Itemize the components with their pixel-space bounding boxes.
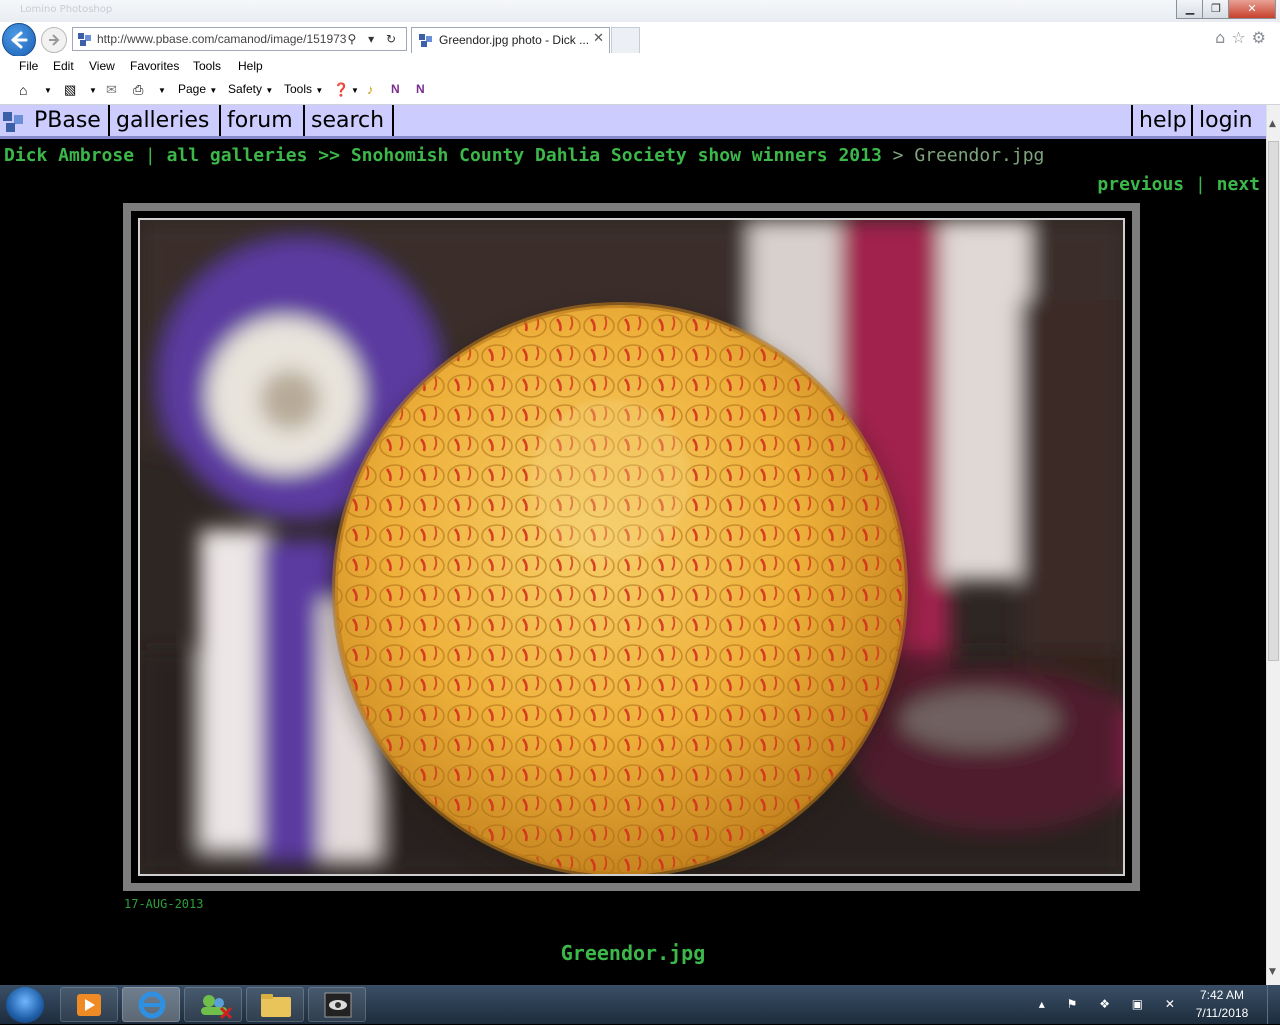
nav-forum[interactable]: forum xyxy=(221,105,305,136)
print-icon[interactable]: ⎙ xyxy=(133,82,143,98)
tab-close-icon[interactable]: ✕ xyxy=(593,31,604,46)
home-icon[interactable]: ⌂ xyxy=(19,82,27,98)
windows-taskbar: ▴ ⚑ ❖ ▣ ✕ 7:42 AM 7/11/2018 xyxy=(0,985,1280,1024)
dahlia-image xyxy=(140,220,1123,874)
photo-date: 17-AUG-2013 xyxy=(124,897,204,911)
back-button[interactable] xyxy=(2,23,36,57)
menu-help[interactable]: Help xyxy=(238,59,263,73)
pager-separator: | xyxy=(1184,174,1217,195)
start-button[interactable] xyxy=(6,987,44,1023)
safety-menu-label: Safety xyxy=(228,82,263,96)
feeds-icon[interactable]: ▧ xyxy=(64,82,76,98)
people-icon xyxy=(201,995,233,1020)
nav-login[interactable]: login xyxy=(1193,105,1266,136)
taskbar-media-player[interactable] xyxy=(60,987,118,1022)
page-menu-label: Page xyxy=(178,82,207,96)
breadcrumb-gallery-link[interactable]: Snohomish County Dahlia Society show win… xyxy=(351,145,882,166)
breadcrumb: Dick Ambrose | all galleries >> Snohomis… xyxy=(4,145,1044,166)
menu-bar: File Edit View Favorites Tools Help xyxy=(0,56,1280,78)
menu-view[interactable]: View xyxy=(89,59,115,73)
menu-edit[interactable]: Edit xyxy=(53,59,74,73)
page-menu[interactable]: Page ▼ xyxy=(178,82,217,96)
tools-menu[interactable]: Tools ▼ xyxy=(284,82,323,96)
onenote-linked-icon[interactable]: N xyxy=(416,82,425,96)
mail-icon[interactable]: ✉ xyxy=(106,82,117,98)
breadcrumb-all-galleries-link[interactable]: all galleries xyxy=(167,145,308,166)
vertical-scrollbar[interactable]: ▲ ▼ xyxy=(1266,105,1280,985)
photo-caption: Greendor.jpg xyxy=(560,941,706,965)
show-desktop-button[interactable] xyxy=(1267,985,1280,1024)
address-row: http://www.pbase.com/camanod/image/15197… xyxy=(0,22,1280,57)
safety-menu[interactable]: Safety ▼ xyxy=(228,82,273,96)
browser-titlebar: Lomino Photoshop ▁ ❐ ✕ xyxy=(0,0,1280,22)
menu-file[interactable]: File xyxy=(19,59,38,73)
pager: previous | next xyxy=(1097,174,1260,195)
photo-border xyxy=(138,218,1125,876)
page-content: Dick Ambrose | all galleries >> Snohomis… xyxy=(0,139,1266,985)
clock-date[interactable]: 7/11/2018 xyxy=(1192,1006,1252,1020)
eye-photo-icon xyxy=(324,992,352,1018)
forward-button[interactable] xyxy=(41,27,67,53)
onenote-icon[interactable]: N xyxy=(391,82,400,96)
tray-icons[interactable]: ▴ ⚑ ❖ ▣ ✕ xyxy=(1039,997,1184,1011)
feeds-dropdown-icon[interactable]: ▼ xyxy=(89,86,97,95)
close-window-button[interactable]: ✕ xyxy=(1228,0,1276,19)
media-player-icon xyxy=(77,994,101,1016)
breadcrumb-separator: > xyxy=(881,145,915,166)
home-favorites-settings-icons[interactable]: ⌂☆⚙ xyxy=(1215,28,1272,47)
taskbar-people-app[interactable] xyxy=(184,987,242,1022)
tab-favicon-icon xyxy=(419,34,432,47)
minimize-button[interactable]: ▁ xyxy=(1176,0,1204,19)
pbase-logo-link[interactable]: PBase xyxy=(0,105,110,136)
menu-favorites[interactable]: Favorites xyxy=(130,59,179,73)
photo-frame xyxy=(123,203,1140,891)
new-tab-button[interactable] xyxy=(611,27,640,53)
dahlia-photo[interactable] xyxy=(140,220,1123,874)
tools-menu-label: Tools xyxy=(284,82,313,96)
nav-galleries[interactable]: galleries xyxy=(110,105,221,136)
pbase-favicon-icon xyxy=(78,33,91,46)
next-link[interactable]: next xyxy=(1217,174,1260,195)
home-dropdown-icon[interactable]: ▼ xyxy=(44,86,52,95)
previous-link[interactable]: previous xyxy=(1097,174,1184,195)
breadcrumb-current: Greendor.jpg xyxy=(914,145,1045,166)
folder-icon xyxy=(261,994,291,1017)
scroll-up-icon[interactable]: ▲ xyxy=(1269,119,1276,129)
taskbar-file-explorer[interactable] xyxy=(246,987,304,1022)
url-actions-icon[interactable]: ⚲ ▾ ↻ xyxy=(348,32,401,46)
scrollbar-thumb[interactable] xyxy=(1268,141,1279,661)
titlebar-ghost-text: Lomino Photoshop xyxy=(20,4,113,15)
photo-frame-inner xyxy=(131,211,1132,883)
restore-button[interactable]: ❐ xyxy=(1202,0,1230,19)
pbase-nav-bar: PBase galleries forum search help login xyxy=(0,105,1266,139)
tab-title: Greendor.jpg photo - Dick ... xyxy=(439,33,590,47)
help-dropdown-icon[interactable]: ▼ xyxy=(351,86,359,95)
taskbar-internet-explorer[interactable] xyxy=(122,987,180,1022)
url-text[interactable]: http://www.pbase.com/camanod/image/15197… xyxy=(97,32,355,46)
pbase-logo-icon xyxy=(3,112,23,132)
print-dropdown-icon[interactable]: ▼ xyxy=(158,86,166,95)
command-bar: ⌂ ▼ ▧ ▼ ✉ ⎙ ▼ Page ▼ Safety ▼ Tools ▼ ❓ … xyxy=(0,78,1280,105)
url-field[interactable]: http://www.pbase.com/camanod/image/15197… xyxy=(72,27,407,51)
menu-tools[interactable]: Tools xyxy=(193,59,221,73)
clock-time[interactable]: 7:42 AM xyxy=(1192,988,1252,1002)
scroll-down-icon[interactable]: ▼ xyxy=(1269,967,1276,977)
forward-arrow-icon xyxy=(49,34,60,46)
nav-search[interactable]: search xyxy=(305,105,394,136)
help-icon[interactable]: ❓ xyxy=(333,82,349,98)
internet-explorer-icon xyxy=(138,991,166,1019)
breadcrumb-separator: | xyxy=(134,145,167,166)
breadcrumb-user-link[interactable]: Dick Ambrose xyxy=(4,145,134,166)
research-icon[interactable]: ♪ xyxy=(367,82,374,97)
pbase-logo-text: PBase xyxy=(34,108,101,133)
breadcrumb-separator: >> xyxy=(307,145,351,166)
nav-help[interactable]: help xyxy=(1131,105,1193,136)
tab-greendor[interactable]: Greendor.jpg photo - Dick ... ✕ xyxy=(411,27,610,53)
taskbar-photo-app[interactable] xyxy=(308,987,366,1022)
back-arrow-icon xyxy=(11,31,28,49)
